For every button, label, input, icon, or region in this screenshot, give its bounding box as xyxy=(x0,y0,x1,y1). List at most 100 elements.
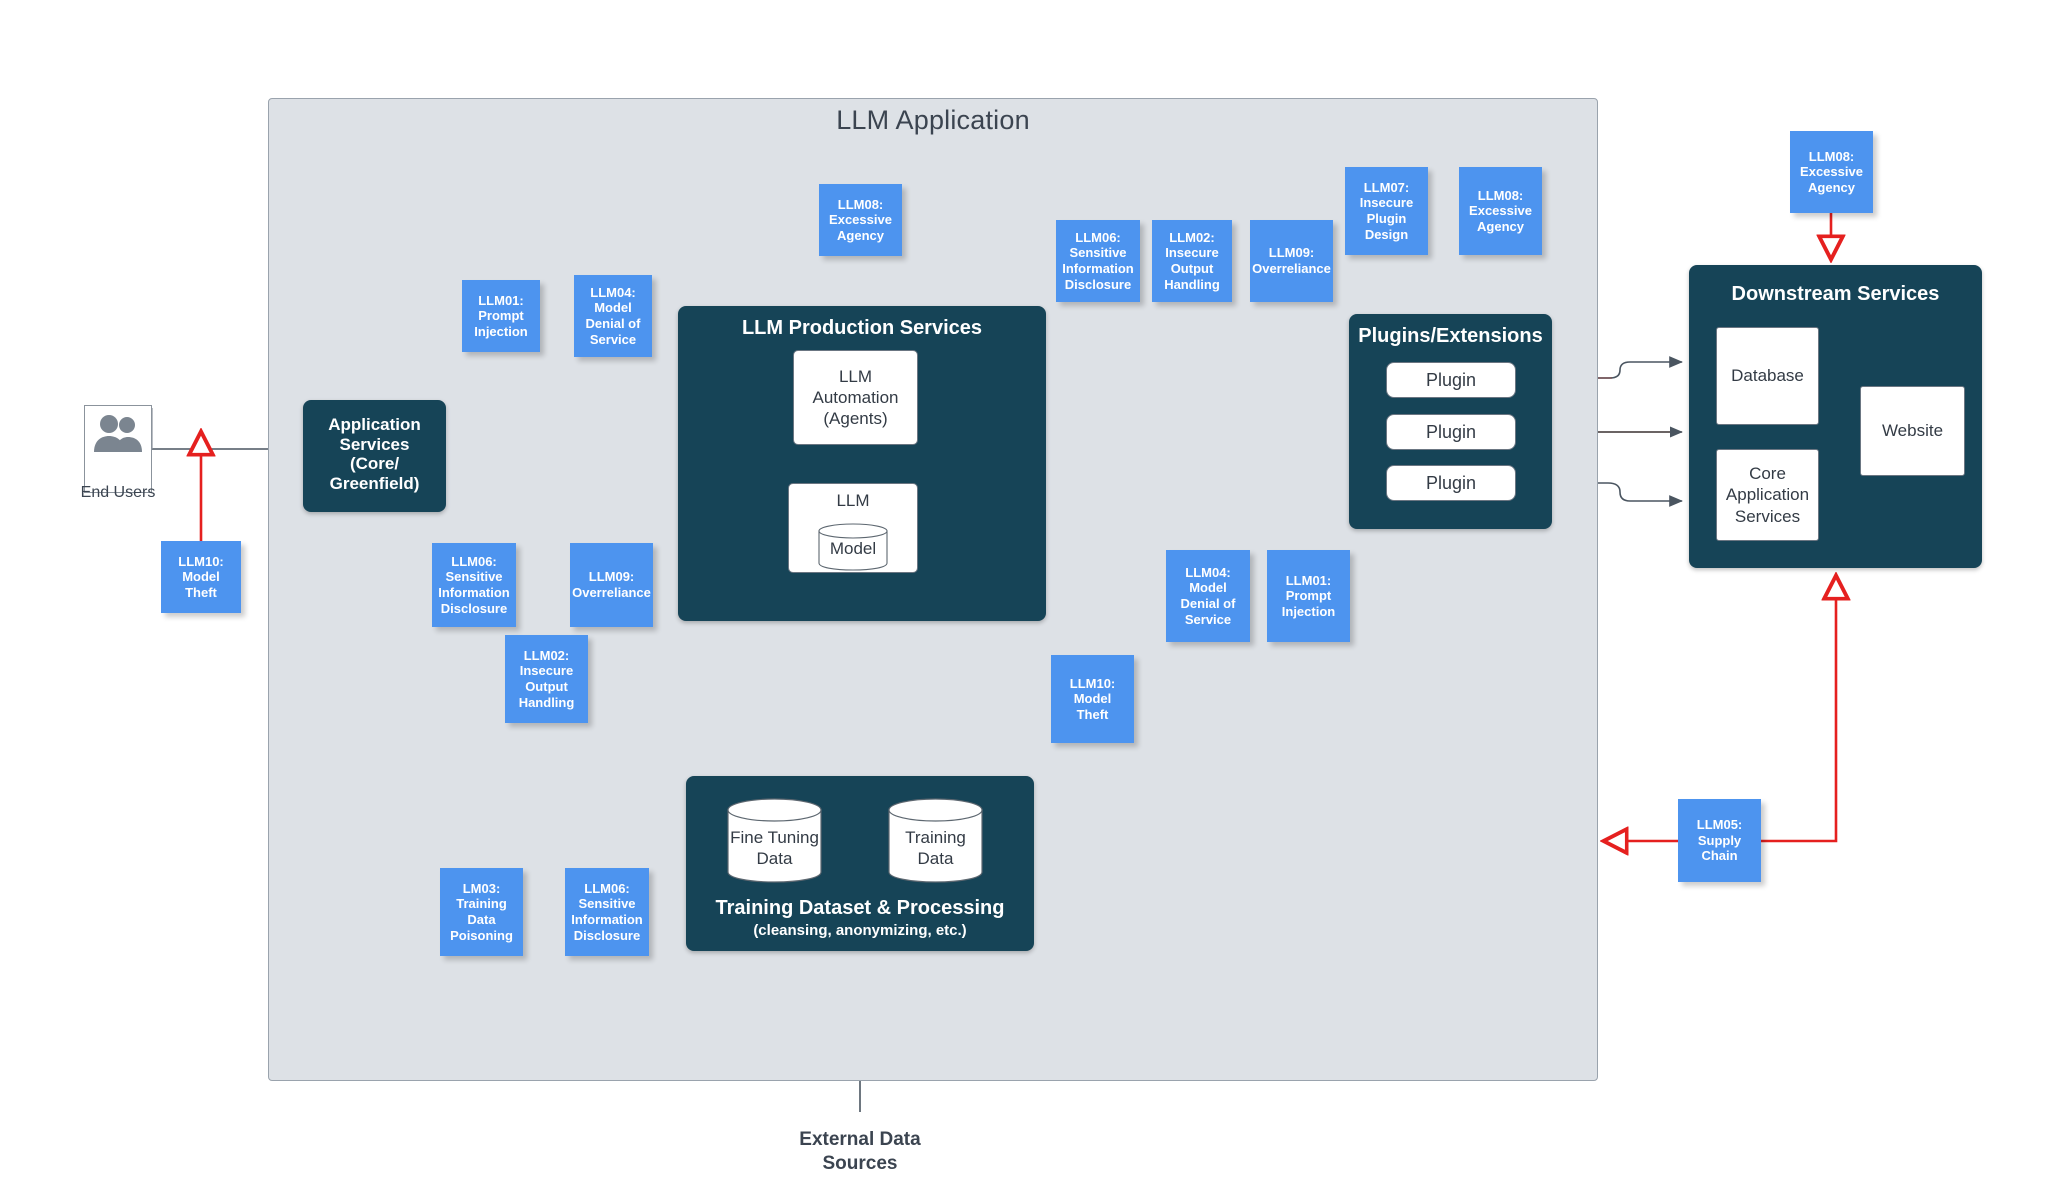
threat-llm06-sensitive-info-mid[interactable]: LLM06: Sensitive Information Disclosure xyxy=(432,543,516,627)
threat-2-l0: LLM08: xyxy=(837,196,884,212)
llm-automation-line1: LLM xyxy=(838,366,873,386)
threat-8-l2: Agency xyxy=(1808,179,1855,195)
threat-13-l0: LLM04: xyxy=(1185,564,1231,580)
node-database[interactable]: Database xyxy=(1716,327,1819,425)
page-title: LLM Application xyxy=(836,105,1030,135)
group-plugins-extensions-title: Plugins/Extensions xyxy=(1358,325,1543,347)
node-llm-automation[interactable]: LLM Automation (Agents) xyxy=(793,350,918,445)
threat-10-l1: Sensitive xyxy=(445,569,503,585)
threat-4-l3: Handling xyxy=(1164,276,1220,292)
threat-2-l1: Excessive xyxy=(829,212,892,228)
threat-9-l0: LLM10: xyxy=(178,553,224,569)
threat-13-l1: Model xyxy=(1189,580,1227,596)
threat-7-l1: Excessive xyxy=(1469,203,1532,219)
app-services-line1: Application xyxy=(328,415,421,434)
core-app-line3: Services xyxy=(1734,506,1801,526)
threat-3-l1: Sensitive xyxy=(1069,245,1127,261)
threat-6-l3: Design xyxy=(1364,226,1409,242)
threat-6-l0: LLM07: xyxy=(1363,179,1410,195)
database-label: Database xyxy=(1731,366,1804,386)
threat-3-l2: Information xyxy=(1062,261,1134,276)
plugin-item-1[interactable]: Plugin xyxy=(1386,362,1516,398)
threat-13-l2: Denial of xyxy=(1180,596,1236,611)
threat-8-l1: Excessive xyxy=(1800,164,1863,180)
external-data-sources-label: External Data Sources xyxy=(740,1128,980,1176)
threat-11-l0: LLM09: xyxy=(588,569,635,585)
threat-16-l0: LM03: xyxy=(462,880,501,896)
threat-17-l0: LLM06: xyxy=(584,880,630,896)
fine-tuning-line2: Data xyxy=(756,848,793,868)
cylinder-model: Model xyxy=(818,523,888,571)
threat-18-l0: LLM05: xyxy=(1696,817,1743,833)
threat-4-l1: Insecure xyxy=(1165,245,1219,261)
group-application-services-title: Application Services (Core/ Greenfield) xyxy=(303,415,446,493)
threat-12-l1: Insecure xyxy=(519,663,574,679)
threat-llm09-overreliance-mid[interactable]: LLM09: Overreliance xyxy=(570,543,653,627)
threat-4-l2: Output xyxy=(1170,261,1214,276)
training-data-line2: Data xyxy=(917,848,954,868)
plugin-item-3[interactable]: Plugin xyxy=(1386,465,1516,501)
cylinder-fine-tuning-data: Fine Tuning Data xyxy=(727,798,822,886)
threat-llm06-sensitive-info-top[interactable]: LLM06: Sensitive Information Disclosure xyxy=(1056,220,1140,302)
group-llm-production-services-title: LLM Production Services xyxy=(741,317,983,339)
threat-llm04-model-dos-right[interactable]: LLM04: Model Denial of Service xyxy=(1166,550,1250,642)
threat-1-l1: Model xyxy=(594,300,632,316)
threat-lm03-training-data-poisoning[interactable]: LM03: Training Data Poisoning xyxy=(440,868,523,956)
plugin-2-label: Plugin xyxy=(1425,421,1477,442)
llm-automation-line3: (Agents) xyxy=(823,409,888,429)
threat-9-l2: Theft xyxy=(185,584,217,600)
threat-15-l1: Model xyxy=(1073,691,1112,707)
website-label: Website xyxy=(1881,421,1944,441)
threat-llm10-model-theft-mid[interactable]: LLM10: Model Theft xyxy=(1051,655,1134,743)
threat-16-l3: Poisoning xyxy=(450,927,513,943)
training-data-label: Training Data xyxy=(888,828,983,869)
threat-0-l2: Injection xyxy=(474,323,528,339)
app-services-line4: Greenfield) xyxy=(329,473,420,493)
threat-17-l1: Sensitive xyxy=(578,896,636,912)
threat-2-l2: Agency xyxy=(837,227,884,243)
plugin-item-2[interactable]: Plugin xyxy=(1386,414,1516,450)
threat-10-l0: LLM06: xyxy=(451,553,497,569)
threat-17-l2: Information xyxy=(571,912,643,927)
threat-llm01-prompt-injection-right[interactable]: LLM01: Prompt Injection xyxy=(1267,550,1350,642)
plugin-1-label: Plugin xyxy=(1425,369,1477,390)
node-core-application-services[interactable]: Core Application Services xyxy=(1716,449,1819,541)
threat-llm02-insecure-output-top[interactable]: LLM02: Insecure Output Handling xyxy=(1152,220,1232,302)
threat-1-l2: Denial of xyxy=(585,316,641,331)
threat-14-l2: Injection xyxy=(1281,603,1336,619)
threat-llm10-model-theft-left[interactable]: LLM10: Model Theft xyxy=(161,541,241,613)
llm-automation-line2: Automation xyxy=(812,387,899,407)
threat-12-l0: LLM02: xyxy=(523,647,570,663)
threat-5-l1: Overreliance xyxy=(1252,261,1331,276)
threat-llm08-excessive-agency-plugins[interactable]: LLM08: Excessive Agency xyxy=(1459,167,1542,255)
threat-9-l1: Model xyxy=(182,569,220,585)
fine-tuning-data-label: Fine Tuning Data xyxy=(727,828,822,869)
threat-1-l0: LLM04: xyxy=(590,284,636,300)
threat-0-l0: LLM01: xyxy=(478,292,524,308)
threat-14-l0: LLM01: xyxy=(1285,572,1332,588)
threat-6-l1: Insecure xyxy=(1359,195,1414,211)
threat-15-l2: Theft xyxy=(1076,706,1109,722)
cylinder-training-data: Training Data xyxy=(888,798,983,886)
threat-3-l0: LLM06: xyxy=(1075,229,1121,245)
threat-0-l1: Prompt xyxy=(478,308,524,324)
threat-13-l3: Service xyxy=(1184,611,1232,627)
threat-llm06-sensitive-info-bottom[interactable]: LLM06: Sensitive Information Disclosure xyxy=(565,868,649,956)
threat-llm05-supply-chain[interactable]: LLM05: Supply Chain xyxy=(1678,799,1761,882)
fine-tuning-line1: Fine Tuning xyxy=(730,828,819,847)
threat-10-l3: Disclosure xyxy=(440,600,508,616)
threat-llm09-overreliance-top[interactable]: LLM09: Overreliance xyxy=(1250,220,1333,302)
threat-5-l0: LLM09: xyxy=(1268,245,1315,261)
llm-model-title: LLM xyxy=(836,491,870,510)
threat-17-l3: Disclosure xyxy=(573,927,641,943)
node-website[interactable]: Website xyxy=(1860,386,1965,476)
threat-llm04-model-dos-left[interactable]: LLM04: Model Denial of Service xyxy=(574,275,652,357)
threat-llm02-insecure-output-mid[interactable]: LLM02: Insecure Output Handling xyxy=(505,635,588,723)
threat-llm08-excessive-agency-top[interactable]: LLM08: Excessive Agency xyxy=(819,184,902,256)
threat-12-l3: Handling xyxy=(518,694,575,710)
threat-llm07-insecure-plugin-design[interactable]: LLM07: Insecure Plugin Design xyxy=(1345,167,1428,255)
threat-llm01-prompt-injection-left[interactable]: LLM01: Prompt Injection xyxy=(462,280,540,352)
app-services-line2: Services xyxy=(339,434,410,454)
threat-12-l2: Output xyxy=(525,679,568,694)
threat-llm08-excessive-agency-downstream[interactable]: LLM08: Excessive Agency xyxy=(1790,131,1873,213)
